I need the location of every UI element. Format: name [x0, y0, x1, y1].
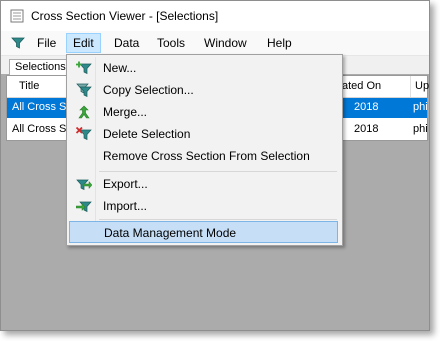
- export-icon: [76, 179, 92, 191]
- cell-updated: phil: [413, 123, 427, 135]
- menu-item-copy-selection[interactable]: Copy Selection...: [69, 79, 338, 101]
- cell-created-on: 2018: [354, 123, 379, 135]
- title-bar[interactable]: Cross Section Viewer - [Selections]: [1, 1, 429, 31]
- menu-data[interactable]: Data: [108, 34, 145, 52]
- menu-window[interactable]: Window: [198, 34, 253, 52]
- column-header-updated[interactable]: Up: [415, 80, 429, 92]
- menu-tools[interactable]: Tools: [151, 34, 191, 52]
- funnel-delete-icon: [76, 127, 92, 141]
- menu-item-label: Merge...: [103, 105, 148, 119]
- menu-separator: [99, 171, 337, 172]
- column-header-title[interactable]: Title: [19, 80, 39, 92]
- cell-created-on: 2018: [354, 101, 379, 113]
- menu-item-label: Delete Selection: [103, 127, 191, 141]
- funnel-copy-icon: [76, 83, 92, 97]
- menu-item-import[interactable]: Import...: [69, 195, 338, 217]
- edit-menu-dropdown: New... Copy Selection... Merge... Delete…: [66, 54, 343, 246]
- cell-title: All Cross Se: [12, 101, 73, 113]
- menu-help[interactable]: Help: [261, 34, 298, 52]
- window-title: Cross Section Viewer - [Selections]: [31, 9, 219, 23]
- column-header-created-on[interactable]: ated On: [342, 80, 381, 92]
- menu-item-new[interactable]: New...: [69, 57, 338, 79]
- menu-item-label: Export...: [103, 177, 148, 191]
- app-icon: [10, 9, 24, 23]
- menu-separator: [99, 219, 337, 220]
- menu-file[interactable]: File: [31, 34, 62, 52]
- funnel-add-icon: [76, 61, 92, 75]
- menu-item-delete-selection[interactable]: Delete Selection: [69, 123, 338, 145]
- menu-item-label: Import...: [103, 199, 148, 213]
- menu-edit[interactable]: Edit: [66, 33, 101, 53]
- tab-selections[interactable]: Selections: [9, 59, 72, 75]
- merge-icon: [78, 105, 90, 119]
- menu-item-label: Copy Selection...: [103, 83, 194, 97]
- app-window: Cross Section Viewer - [Selections] File…: [0, 0, 430, 331]
- menu-item-label: Data Management Mode: [104, 226, 237, 240]
- filter-icon[interactable]: [11, 36, 25, 50]
- column-separator[interactable]: [410, 76, 411, 97]
- import-icon: [76, 201, 92, 213]
- menu-item-export[interactable]: Export...: [69, 173, 338, 195]
- menu-item-label: Remove Cross Section From Selection: [103, 149, 310, 163]
- cell-title: All Cross Se: [12, 123, 73, 135]
- menu-item-data-management-mode[interactable]: Data Management Mode: [69, 221, 338, 243]
- menu-item-label: New...: [103, 61, 137, 75]
- menu-item-merge[interactable]: Merge...: [69, 101, 338, 123]
- menu-item-remove-cross-section[interactable]: Remove Cross Section From Selection: [69, 145, 338, 167]
- menu-bar: File Edit Data Tools Window Help: [1, 31, 429, 56]
- cell-updated: phil: [413, 101, 427, 113]
